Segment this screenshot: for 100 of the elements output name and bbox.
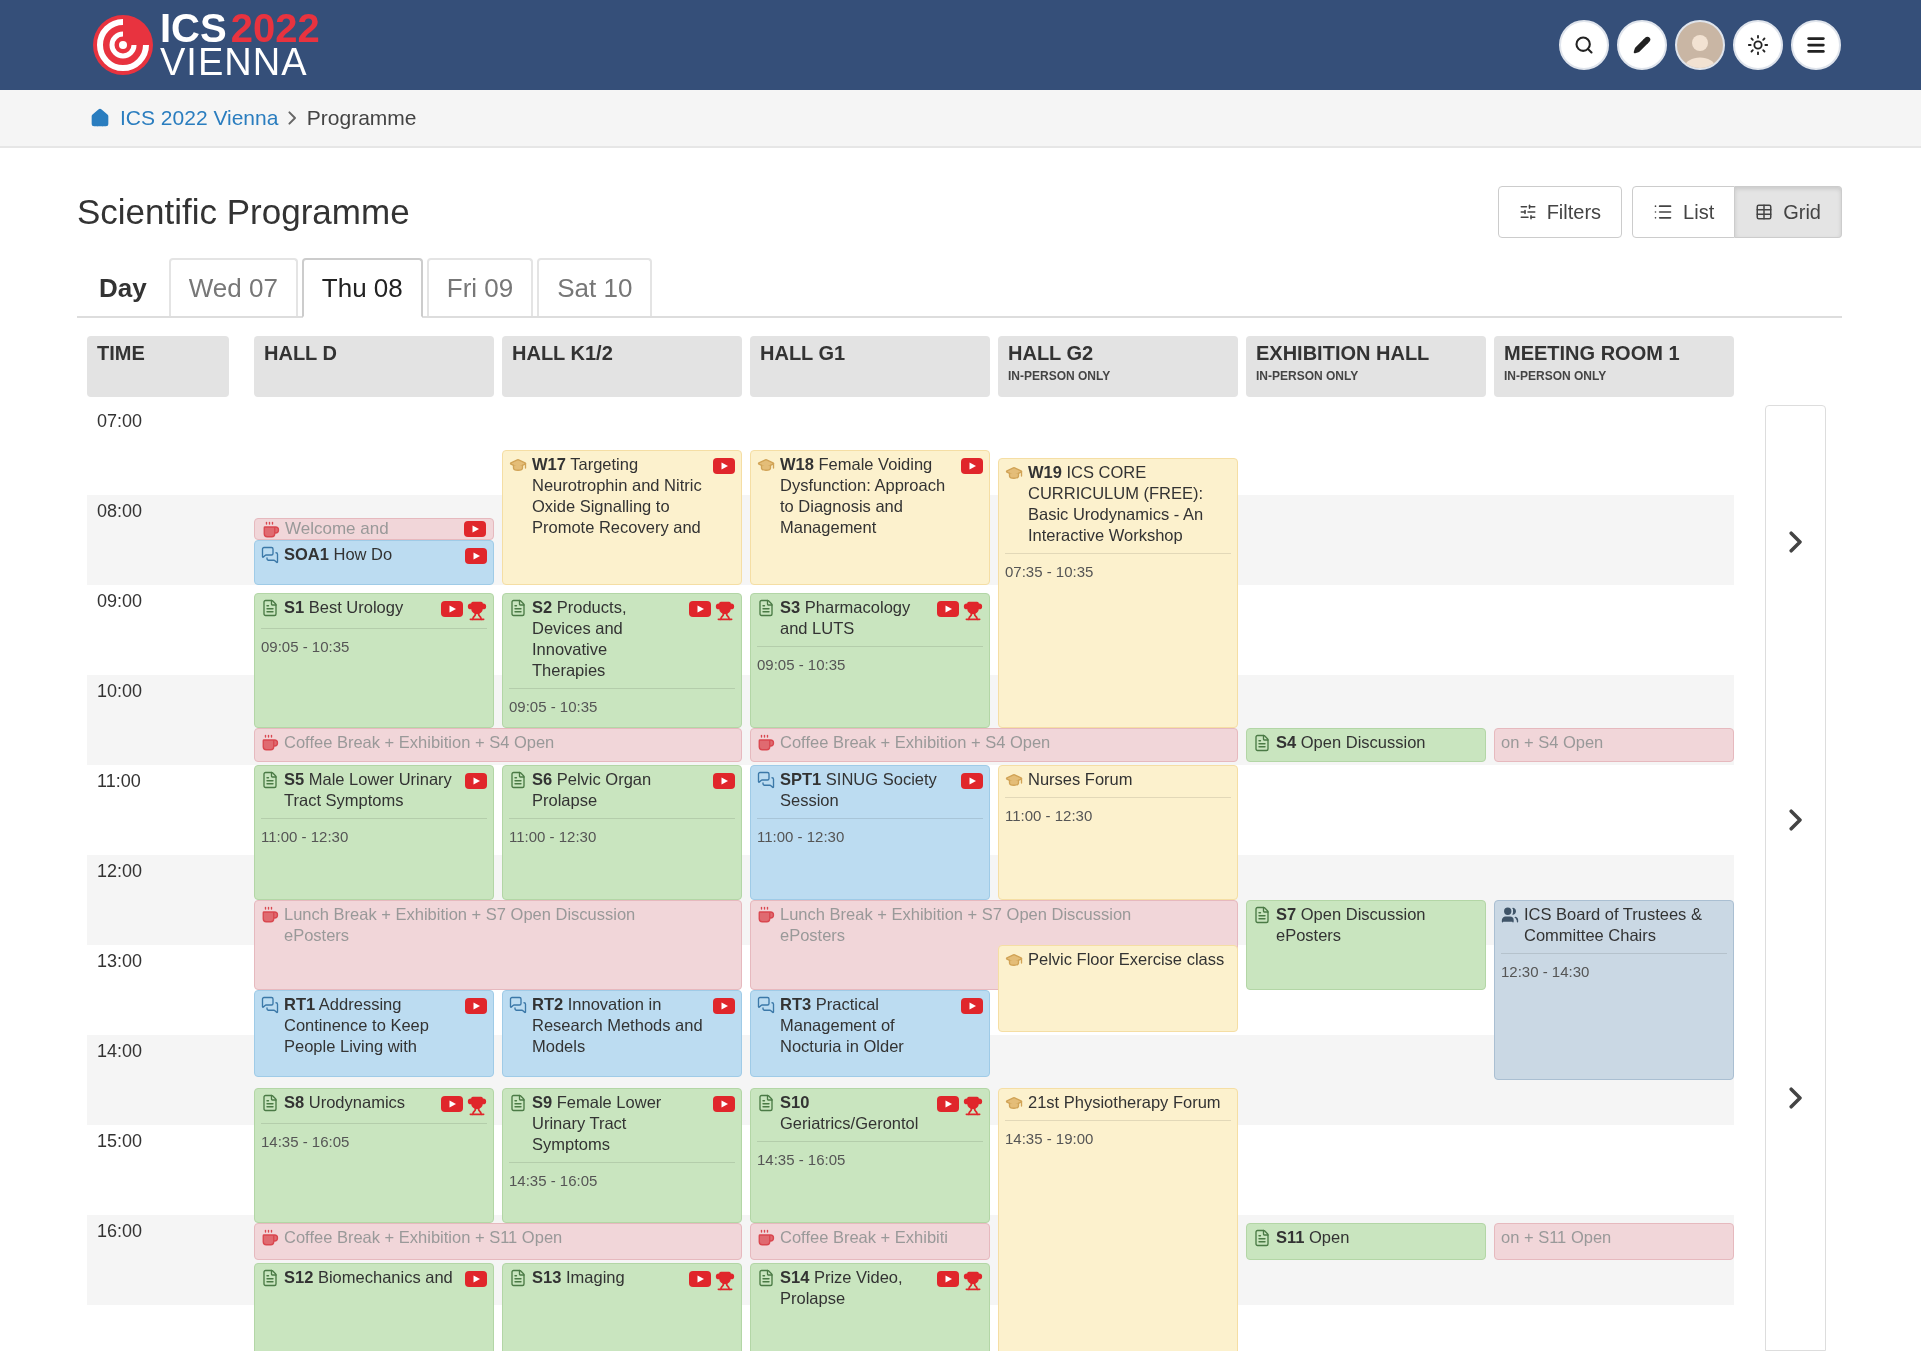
menu-icon	[1805, 34, 1827, 56]
session-title: Coffee Break + Exhibition + S4 Open	[780, 731, 1052, 753]
avatar[interactable]	[1675, 20, 1725, 70]
session-time: 14:35 - 16:05	[261, 1122, 487, 1152]
session-card[interactable]: S6 Pelvic Organ Prolapse 11:00 - 12:30	[502, 765, 742, 900]
session-card[interactable]: S3 Pharmacology and LUTS 09:05 - 10:35	[750, 592, 990, 728]
session-title: Coffee Break + Exhibition + S4 Open	[284, 731, 556, 753]
coffee-icon	[757, 733, 775, 752]
session-title: on + S4 Open	[1501, 731, 1605, 753]
session-card[interactable]: S12 Biomechanics and	[254, 1263, 494, 1351]
session-card[interactable]: 21st Physiotherapy Forum 14:35 - 19:00	[998, 1087, 1238, 1351]
session-time: 12:30 - 14:30	[1501, 953, 1727, 982]
session-card[interactable]: S10 Geriatrics/Gerontol 14:35 - 16:05	[750, 1087, 990, 1223]
graduation-cap-icon	[1005, 771, 1023, 789]
time-label: 13:00	[97, 951, 143, 971]
session-card[interactable]: S4 Open Discussion	[1246, 727, 1486, 762]
document-icon	[1253, 733, 1271, 752]
edit-button[interactable]	[1617, 20, 1667, 70]
grid-icon	[1755, 203, 1774, 221]
session-card[interactable]: RT3 Practical Management of Nocturia in Older	[750, 990, 990, 1077]
coffee-icon	[262, 520, 280, 539]
session-time: 11:00 - 12:30	[261, 818, 487, 847]
session-title: S6 Pelvic Organ Prolapse	[532, 769, 653, 811]
menu-button[interactable]	[1791, 20, 1841, 70]
column-name: MEETING ROOM 1	[1504, 342, 1681, 365]
breadcrumb-current: Programme	[306, 106, 417, 130]
column-note: IN-PERSON ONLY	[1504, 369, 1608, 383]
session-title: RT2 Innovation in Research Methods and Models	[532, 994, 704, 1057]
logo-city: VIENNA	[160, 45, 308, 79]
filters-button[interactable]: Filters	[1497, 186, 1623, 238]
logo-year: 2022	[230, 11, 320, 45]
page-title: Scientific Programme	[77, 192, 410, 232]
session-card[interactable]: W17 Targeting Neurotrophin and Nitric Oxide Signalling to Promote Recovery and	[502, 450, 742, 585]
list-icon	[1653, 202, 1674, 222]
day-label: Day	[98, 273, 148, 305]
view-toggle[interactable]: List	[1632, 186, 1736, 238]
column-name: TIME	[97, 342, 146, 365]
document-icon	[1253, 906, 1271, 924]
session-card[interactable]: S13 Imaging	[502, 1263, 742, 1351]
document-icon	[261, 598, 279, 617]
day-tab[interactable]: Sat 10	[537, 258, 653, 316]
session-title: Coffee Break + Exhibition + S11 Open	[284, 1226, 564, 1248]
session-card[interactable]: ICS Board of Trustees & Committee Chairs 12:30 - 14:30	[1494, 900, 1734, 1080]
document-icon	[261, 1269, 279, 1287]
session-title: Lunch Break + Exhibition + S7 Open Discussion ePosters	[284, 904, 637, 946]
session-time: 11:00 - 12:30	[1005, 797, 1231, 826]
day-tab[interactable]: Fri 09	[426, 258, 534, 316]
session-card[interactable]: W19 ICS CORE CURRICULUM (FREE): Basic Urodynamics - An Interactive Workshop 07:35 - 10:35	[998, 457, 1238, 728]
session-title: S5 Male Lower Urinary Tract Symptoms	[284, 769, 453, 811]
day-tab[interactable]: Wed 07	[168, 258, 298, 316]
session-card[interactable]: RT1 Addressing Continence to Keep People Living with	[254, 990, 494, 1077]
session-card[interactable]: S7 Open Discussion ePosters	[1246, 900, 1486, 990]
coffee-icon	[757, 1228, 775, 1247]
session-time: 14:35 - 16:05	[757, 1140, 983, 1170]
session-card[interactable]: S1 Best Urology 09:05 - 10:35	[254, 592, 494, 728]
column-name: HALL G1	[760, 342, 847, 365]
document-icon	[261, 1093, 279, 1112]
session-card[interactable]: S14 Prize Video, Prolapse	[750, 1263, 990, 1351]
session-title: W18 Female Voiding Dysfunction: Approach to Diagnosis and Management	[780, 454, 947, 538]
document-icon	[261, 771, 279, 789]
day-tab[interactable]: Thu 08	[301, 258, 423, 318]
session-title: S9 Female Lower Urinary Tract Symptoms	[532, 1091, 663, 1155]
session-title: S11 Open	[1276, 1226, 1351, 1248]
session-card[interactable]: Nurses Forum 11:00 - 12:30	[998, 765, 1238, 900]
session-card[interactable]: S5 Male Lower Urinary Tract Symptoms 11:00 - 12:30	[254, 765, 494, 900]
view-toggle[interactable]: Grid	[1735, 186, 1842, 238]
settings-icon	[1747, 34, 1769, 56]
column-name: HALL G2	[1008, 342, 1095, 365]
time-label: 15:00	[97, 1131, 143, 1151]
session-card[interactable]: S9 Female Lower Urinary Tract Symptoms 14:35 - 16:05	[502, 1087, 742, 1223]
session-title: W17 Targeting Neurotrophin and Nitric Oxide Signalling to Promote Recovery and	[532, 454, 703, 538]
search-button[interactable]	[1559, 20, 1609, 70]
session-title: RT1 Addressing Continence to Keep People Living with	[284, 994, 430, 1057]
session-title: Lunch Break + Exhibition + S7 Open Discussion ePosters	[780, 904, 1133, 946]
session-title: S14 Prize Video, Prolapse	[780, 1267, 904, 1309]
sliders-icon	[1518, 203, 1537, 221]
session-card[interactable]: S11 Open	[1246, 1222, 1486, 1260]
session-card[interactable]: SPT1 SINUG Society Session 11:00 - 12:30	[750, 765, 990, 900]
session-card[interactable]: S8 Urodynamics 14:35 - 16:05	[254, 1087, 494, 1223]
session-title: Nurses Forum	[1028, 769, 1134, 790]
logo-text: ICS	[160, 11, 227, 45]
time-label: 16:00	[97, 1221, 143, 1241]
session-time: 09:05 - 10:35	[509, 687, 735, 717]
document-icon	[757, 1269, 775, 1287]
chat-icon	[757, 771, 775, 789]
document-icon	[1253, 1228, 1271, 1247]
session-card[interactable]: S2 Products, Devices and Innovative Therapies 09:05 - 10:35	[502, 592, 742, 728]
session-card[interactable]: SOA1 How Do	[254, 540, 494, 585]
time-label: 11:00	[97, 771, 141, 791]
graduation-cap-icon	[1005, 951, 1023, 969]
graduation-cap-icon	[757, 456, 775, 474]
session-title: Pelvic Floor Exercise class	[1028, 949, 1226, 970]
settings-button[interactable]	[1733, 20, 1783, 70]
session-card[interactable]: W18 Female Voiding Dysfunction: Approach to Diagnosis and Management	[750, 450, 990, 585]
coffee-icon	[757, 906, 775, 924]
chat-icon	[757, 996, 775, 1014]
session-card[interactable]: Pelvic Floor Exercise class	[998, 945, 1238, 1032]
session-card[interactable]: RT2 Innovation in Research Methods and Models	[502, 990, 742, 1077]
breadcrumb-link[interactable]: ICS 2022 Vienna	[120, 106, 279, 130]
session-time: 09:05 - 10:35	[757, 645, 983, 675]
